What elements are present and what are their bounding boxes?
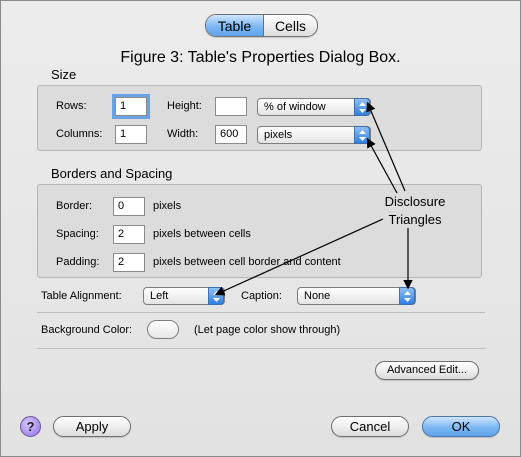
popup-arrows-icon (354, 98, 370, 116)
padding-label: Padding: (56, 256, 100, 268)
apply-button[interactable]: Apply (53, 416, 131, 437)
annotation-text: Disclosure Triangles (370, 193, 460, 229)
tab-switcher: Table Cells (205, 14, 318, 37)
padding-field[interactable]: 2 (113, 253, 145, 272)
width-unit-value: pixels (264, 129, 293, 141)
width-label: Width: (167, 128, 199, 140)
background-color-well[interactable] (147, 320, 179, 339)
advanced-edit-button[interactable]: Advanced Edit... (375, 361, 479, 380)
tab-cells[interactable]: Cells (264, 15, 317, 36)
border-label: Border: (56, 200, 93, 212)
table-alignment-popup[interactable]: Left (143, 287, 225, 305)
height-label: Height: (167, 100, 202, 112)
divider (37, 312, 485, 313)
borders-section-title: Borders and Spacing (51, 166, 173, 181)
popup-arrows-icon (208, 287, 224, 305)
size-section-title: Size (51, 67, 77, 82)
rows-field[interactable]: 1 (112, 94, 150, 119)
popup-arrows-icon (399, 287, 415, 305)
background-color-label: Background Color: (41, 324, 133, 336)
ok-button[interactable]: OK (422, 416, 500, 437)
rows-label: Rows: (56, 100, 87, 112)
height-unit-value: % of window (264, 101, 326, 113)
figure-title: Figure 3: Table's Properties Dialog Box. (120, 49, 401, 66)
divider (37, 348, 485, 349)
table-alignment-value: Left (150, 290, 169, 302)
spacing-field[interactable]: 2 (113, 225, 145, 244)
border-field[interactable]: 0 (113, 197, 145, 216)
width-field[interactable]: 600 (215, 125, 247, 144)
tab-table[interactable]: Table (206, 15, 264, 36)
width-unit-popup[interactable]: pixels (257, 126, 371, 144)
columns-label: Columns: (56, 128, 103, 140)
caption-label: Caption: (241, 290, 282, 302)
border-unit: pixels (153, 200, 182, 212)
caption-popup[interactable]: None (297, 287, 416, 305)
popup-arrows-icon (354, 126, 370, 144)
spacing-label: Spacing: (56, 228, 99, 240)
spacing-unit: pixels between cells (153, 228, 251, 240)
height-field[interactable] (215, 97, 247, 116)
annotation-line-2: Triangles (388, 212, 442, 227)
annotation-line-1: Disclosure (384, 194, 446, 209)
background-color-note: (Let page color show through) (194, 324, 341, 336)
padding-unit: pixels between cell border and content (153, 256, 341, 268)
caption-value: None (304, 290, 331, 302)
height-unit-popup[interactable]: % of window (257, 98, 371, 116)
table-alignment-label: Table Alignment: (41, 290, 122, 302)
help-button[interactable]: ? (20, 416, 41, 437)
columns-field[interactable]: 1 (115, 125, 147, 144)
cancel-button[interactable]: Cancel (331, 416, 409, 437)
